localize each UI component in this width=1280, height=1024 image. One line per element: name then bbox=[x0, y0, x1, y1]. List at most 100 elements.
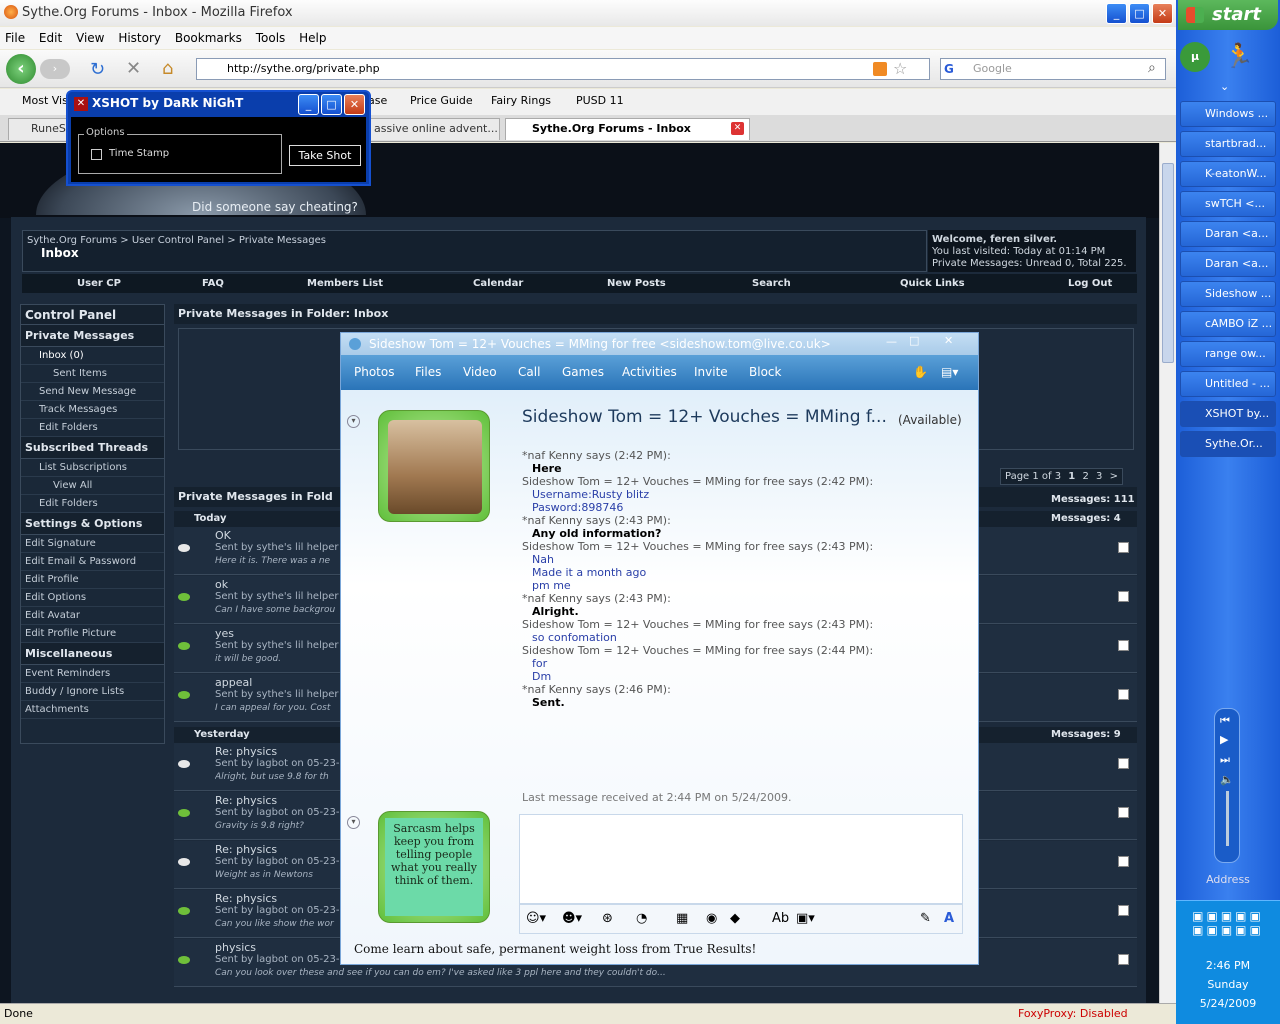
collapse-icon-2[interactable]: ▾ bbox=[347, 816, 360, 829]
nudge-toolbar-icon[interactable]: ⊛ bbox=[602, 905, 613, 933]
pm-checkbox[interactable] bbox=[1118, 640, 1129, 651]
taskbar-item[interactable]: range ow... bbox=[1180, 341, 1276, 367]
options-menu-icon[interactable]: ▤▾ bbox=[941, 355, 958, 390]
cp-edit-options[interactable]: Edit Options bbox=[21, 589, 164, 607]
search-input[interactable]: Google bbox=[940, 58, 1166, 80]
nav-members[interactable]: Members List bbox=[307, 274, 383, 293]
bookmark-pusd[interactable]: PUSD 11 bbox=[576, 89, 624, 113]
pm-checkbox[interactable] bbox=[1118, 542, 1129, 553]
cp-buddy-list[interactable]: Buddy / Ignore Lists bbox=[21, 683, 164, 701]
msn-games[interactable]: Games bbox=[562, 355, 604, 390]
msn-close-button[interactable]: ✕ bbox=[944, 334, 953, 347]
msn-maximize-button[interactable]: □ bbox=[909, 334, 919, 347]
taskbar-item[interactable]: Windows ... bbox=[1180, 101, 1276, 127]
msn-activities[interactable]: Activities bbox=[622, 355, 677, 390]
gift-icon[interactable]: ◆ bbox=[730, 905, 740, 933]
cp-edit-profile-picture[interactable]: Edit Profile Picture bbox=[21, 625, 164, 643]
utorrent-icon[interactable]: µ bbox=[1180, 42, 1210, 72]
nav-log-out[interactable]: Log Out bbox=[1068, 274, 1112, 293]
search-engine-icon[interactable]: G bbox=[944, 62, 954, 76]
bookmark-price-guide[interactable]: Price Guide bbox=[410, 89, 473, 113]
taskbar-item[interactable]: Sythe.Or... bbox=[1180, 431, 1276, 457]
ad-text[interactable]: Come learn about safe, permanent weight … bbox=[354, 942, 756, 956]
bookmark-most-visited[interactable]: Most Visi bbox=[22, 89, 71, 113]
pm-checkbox[interactable] bbox=[1118, 591, 1129, 602]
taskbar-item[interactable]: Daran <a... bbox=[1180, 251, 1276, 277]
cp-edit-avatar[interactable]: Edit Avatar bbox=[21, 607, 164, 625]
tab-runescape[interactable]: RuneSc bbox=[8, 118, 68, 140]
url-input[interactable]: http://sythe.org/private.php bbox=[196, 58, 930, 80]
menu-edit[interactable]: Edit bbox=[39, 31, 62, 45]
tab-sythe-inbox[interactable]: Sythe.Org Forums - Inbox bbox=[505, 118, 750, 140]
pm-title[interactable]: Re: physics bbox=[215, 892, 277, 905]
handwriting-icon[interactable]: ✎ bbox=[920, 905, 931, 933]
maximize-button[interactable]: □ bbox=[1129, 3, 1150, 24]
cp-list-subs[interactable]: List Subscriptions bbox=[21, 459, 164, 477]
msn-video[interactable]: Video bbox=[463, 355, 497, 390]
image-icon[interactable]: ▣▾ bbox=[796, 905, 815, 933]
cp-edit-signature[interactable]: Edit Signature bbox=[21, 535, 164, 553]
stop-icon[interactable]: ✕ bbox=[126, 58, 141, 79]
scrollbar-thumb[interactable] bbox=[1162, 163, 1174, 363]
menu-tools[interactable]: Tools bbox=[256, 31, 286, 45]
nav-new-posts[interactable]: New Posts bbox=[607, 274, 666, 293]
pm-title[interactable]: yes bbox=[215, 627, 234, 640]
taskbar-item[interactable]: XSHOT by... bbox=[1180, 401, 1276, 427]
msn-minimize-button[interactable]: — bbox=[886, 335, 897, 348]
cp-edit-folders-2[interactable]: Edit Folders bbox=[21, 495, 164, 513]
pm-checkbox[interactable] bbox=[1118, 758, 1129, 769]
pm-title[interactable]: Re: physics bbox=[215, 794, 277, 807]
msn-call[interactable]: Call bbox=[518, 355, 540, 390]
xshot-close-button[interactable]: ✕ bbox=[344, 94, 365, 115]
close-button[interactable]: ✕ bbox=[1152, 3, 1173, 24]
menu-view[interactable]: View bbox=[76, 31, 104, 45]
msn-block[interactable]: Block bbox=[749, 355, 781, 390]
pm-checkbox[interactable] bbox=[1118, 905, 1129, 916]
pager-next[interactable]: > bbox=[1110, 471, 1118, 482]
pm-checkbox[interactable] bbox=[1118, 954, 1129, 965]
background-icon[interactable]: ▦ bbox=[676, 905, 688, 933]
back-button[interactable]: ‹ bbox=[6, 54, 36, 84]
taskbar-item[interactable]: Untitled - ... bbox=[1180, 371, 1276, 397]
timestamp-checkbox[interactable] bbox=[91, 149, 102, 160]
taskbar-item[interactable]: swTCH <... bbox=[1180, 191, 1276, 217]
pager-page-1[interactable]: 1 bbox=[1068, 471, 1075, 482]
expand-chevron-icon[interactable]: ⌄ bbox=[1220, 80, 1229, 93]
text-icon[interactable]: A bbox=[944, 905, 954, 933]
collapse-icon[interactable]: ▾ bbox=[347, 415, 360, 428]
taskbar-item[interactable]: cAMBO iZ ... bbox=[1180, 311, 1276, 337]
cp-track[interactable]: Track Messages bbox=[21, 401, 164, 419]
bookmark-fairy-rings[interactable]: Fairy Rings bbox=[491, 89, 551, 113]
cp-inbox[interactable]: Inbox (0) bbox=[21, 347, 164, 365]
menu-history[interactable]: History bbox=[118, 31, 161, 45]
cp-edit-folders[interactable]: Edit Folders bbox=[21, 419, 164, 437]
pm-title[interactable]: OK bbox=[215, 529, 231, 542]
breadcrumb-path[interactable]: Sythe.Org Forums > User Control Panel > … bbox=[27, 235, 922, 246]
page-scrollbar[interactable] bbox=[1159, 143, 1176, 1003]
pm-title[interactable]: ok bbox=[215, 578, 228, 591]
taskbar-item[interactable]: startbrad... bbox=[1180, 131, 1276, 157]
cp-attachments[interactable]: Attachments bbox=[21, 701, 164, 719]
clock-time[interactable]: 2:46 PM bbox=[1176, 959, 1280, 972]
cp-send-new[interactable]: Send New Message bbox=[21, 383, 164, 401]
games-icon[interactable]: ◉ bbox=[706, 905, 717, 933]
nudge-icon[interactable]: ✋ bbox=[913, 355, 928, 390]
pager-page-2[interactable]: 2 bbox=[1082, 471, 1088, 482]
tab-close-icon[interactable]: ✕ bbox=[731, 122, 744, 135]
taskbar-item[interactable]: K-eatonW... bbox=[1180, 161, 1276, 187]
menu-help[interactable]: Help bbox=[299, 31, 326, 45]
volume-slider[interactable] bbox=[1226, 791, 1229, 846]
xshot-minimize-button[interactable]: _ bbox=[298, 94, 319, 115]
reload-icon[interactable]: ↻ bbox=[90, 59, 105, 80]
bookmark-star-icon[interactable]: ☆ bbox=[893, 59, 907, 78]
home-icon[interactable]: ⌂ bbox=[162, 58, 173, 79]
nav-search[interactable]: Search bbox=[752, 274, 791, 293]
wink-icon[interactable]: ☻▾ bbox=[562, 905, 582, 933]
pm-checkbox[interactable] bbox=[1118, 689, 1129, 700]
cp-sent[interactable]: Sent Items bbox=[21, 365, 164, 383]
take-shot-button[interactable]: Take Shot bbox=[289, 145, 361, 166]
foxyproxy-status[interactable]: FoxyProxy: Disabled bbox=[1018, 1004, 1128, 1024]
pm-title[interactable]: appeal bbox=[215, 676, 252, 689]
xshot-maximize-button[interactable]: □ bbox=[321, 94, 342, 115]
menu-file[interactable]: File bbox=[5, 31, 25, 45]
